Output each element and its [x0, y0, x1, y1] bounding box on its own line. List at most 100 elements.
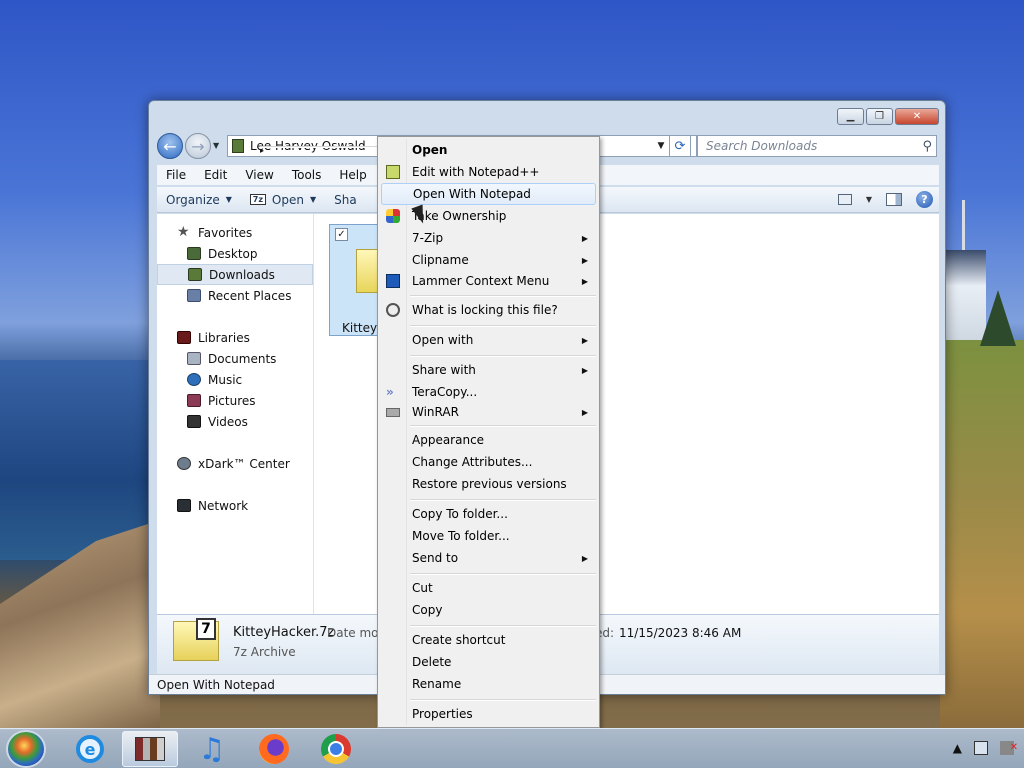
magnifier-icon — [386, 303, 400, 317]
menu-item-clipname[interactable]: Clipname ▶ — [381, 249, 596, 271]
menu-edit[interactable]: Edit — [195, 168, 236, 182]
wallpaper-lighthouse — [946, 250, 986, 340]
submenu-arrow-icon: ▶ — [581, 335, 588, 345]
sidebar-item-recent-places[interactable]: Recent Places — [157, 285, 313, 306]
menu-item-change-attributes[interactable]: Change Attributes... — [381, 451, 596, 473]
sidebar-item-music[interactable]: Music — [157, 369, 313, 390]
close-button[interactable]: ✕ — [895, 108, 939, 125]
sidebar-item-xdark-center[interactable]: xDark™ Center — [157, 453, 313, 474]
system-tray: ▲ — [953, 741, 1018, 755]
sidebar-item-pictures[interactable]: Pictures — [157, 390, 313, 411]
menu-item-winrar[interactable]: WinRAR ▶ — [381, 401, 596, 423]
search-icon[interactable]: ⚲ — [922, 139, 932, 154]
details-modified-value: 11/15/2023 8:46 AM — [619, 626, 742, 640]
forward-button[interactable]: → — [185, 133, 211, 159]
share-button[interactable]: Sha — [325, 193, 366, 207]
address-dropdown-arrow[interactable]: ▼ — [651, 135, 671, 157]
sidebar-label: Favorites — [198, 225, 253, 240]
menu-item-cut[interactable]: Cut — [381, 577, 596, 599]
menu-item-send-to[interactable]: Send to ▶ — [381, 547, 596, 569]
search-input[interactable]: Search Downloads ⚲ — [697, 135, 937, 157]
menu-item-label: Lammer Context Menu — [412, 274, 550, 288]
menu-item-restore-previous[interactable]: Restore previous versions — [381, 473, 596, 495]
menu-item-copy-to-folder[interactable]: Copy To folder... — [381, 503, 596, 525]
menu-separator — [410, 325, 596, 327]
wallpaper-grass — [940, 340, 1024, 730]
taskbar-explorer[interactable] — [122, 731, 178, 767]
network-tray-icon[interactable] — [974, 741, 988, 755]
menu-separator — [410, 355, 596, 357]
volume-muted-icon[interactable] — [1000, 741, 1018, 755]
winrar-icon — [386, 408, 400, 417]
menu-item-copy[interactable]: Copy — [381, 599, 596, 621]
sidebar-item-libraries[interactable]: Libraries — [157, 327, 313, 348]
menu-item-open-with[interactable]: Open with ▶ — [381, 329, 596, 351]
preview-pane-icon[interactable] — [886, 193, 902, 206]
menu-item-label: Create shortcut — [412, 633, 506, 647]
sidebar-item-desktop[interactable]: Desktop — [157, 243, 313, 264]
menu-item-share-with[interactable]: Share with ▶ — [381, 359, 596, 381]
menu-item-label: Open with — [412, 333, 474, 347]
menu-item-open[interactable]: Open — [381, 139, 596, 161]
refresh-button[interactable]: ⟳ — [669, 135, 691, 157]
menu-item-delete[interactable]: Delete — [381, 651, 596, 673]
taskbar-internet-explorer[interactable]: e — [62, 731, 118, 767]
menu-item-appearance[interactable]: Appearance — [381, 429, 596, 451]
menu-item-label: TeraCopy... — [412, 385, 478, 399]
open-button[interactable]: 7z Open ▼ — [241, 193, 325, 207]
menu-item-teracopy[interactable]: » TeraCopy... — [381, 381, 596, 403]
organize-button[interactable]: Organize ▼ — [157, 193, 241, 207]
sidebar-item-downloads[interactable]: Downloads — [157, 264, 313, 285]
change-view-icon[interactable] — [837, 194, 852, 205]
menu-item-label: Move To folder... — [412, 529, 510, 543]
menu-item-what-is-locking[interactable]: What is locking this file? — [381, 299, 596, 321]
file-checkbox[interactable]: ✓ — [335, 228, 348, 241]
menu-view[interactable]: View — [236, 168, 282, 182]
menu-item-edit-notepadpp[interactable]: Edit with Notepad++ — [381, 161, 596, 183]
back-button[interactable]: ← — [157, 133, 183, 159]
menu-item-7zip[interactable]: 7-Zip ▶ — [381, 227, 596, 249]
taskbar-chrome[interactable] — [308, 731, 364, 767]
menu-separator — [410, 573, 596, 575]
menu-tools[interactable]: Tools — [283, 168, 331, 182]
taskbar-music-player[interactable]: ♫ — [184, 731, 240, 767]
sidebar-item-videos[interactable]: Videos — [157, 411, 313, 432]
start-button[interactable] — [6, 730, 46, 768]
menu-item-label: Open — [412, 143, 448, 157]
sidebar-item-documents[interactable]: Documents — [157, 348, 313, 369]
menu-item-open-with-notepad[interactable]: Open With Notepad — [381, 183, 596, 205]
maximize-button[interactable]: ❐ — [866, 108, 893, 125]
menu-item-label: Copy — [412, 603, 443, 617]
shield-icon — [386, 209, 400, 223]
sidebar-item-network[interactable]: Network — [157, 495, 313, 516]
status-text: Open With Notepad — [157, 677, 275, 692]
help-icon[interactable]: ? — [916, 191, 933, 208]
lammer-icon — [386, 274, 400, 288]
desktop-icon — [187, 247, 201, 260]
recent-pages-dropdown[interactable]: ▼ — [213, 141, 219, 150]
documents-icon — [187, 352, 201, 365]
navigation-pane: ★ Favorites Desktop Downloads Recent Pla… — [157, 214, 314, 614]
downloads-icon — [188, 268, 202, 281]
menu-item-label: 7-Zip — [412, 231, 444, 245]
show-hidden-icons-button[interactable]: ▲ — [953, 741, 962, 755]
menu-file[interactable]: File — [157, 168, 195, 182]
menu-item-move-to-folder[interactable]: Move To folder... — [381, 525, 596, 547]
minimize-button[interactable]: ▁ — [837, 108, 864, 125]
menu-item-lammer[interactable]: Lammer Context Menu ▶ — [381, 270, 596, 292]
menu-help[interactable]: Help — [330, 168, 375, 182]
menu-item-properties[interactable]: Properties — [381, 703, 596, 725]
taskbar-firefox[interactable] — [246, 731, 302, 767]
sidebar-item-favorites[interactable]: ★ Favorites — [157, 222, 313, 243]
videos-icon — [187, 415, 201, 428]
view-options-dropdown[interactable]: ▼ — [866, 195, 872, 204]
7zip-icon: 7z — [249, 194, 266, 205]
menu-item-create-shortcut[interactable]: Create shortcut — [381, 629, 596, 651]
chevron-down-icon: ▼ — [309, 195, 317, 204]
menu-item-label: Edit with Notepad++ — [412, 165, 540, 179]
music-player-icon: ♫ — [198, 731, 226, 767]
chrome-icon — [321, 734, 351, 764]
menu-item-label: Delete — [412, 655, 452, 669]
menu-item-rename[interactable]: Rename — [381, 673, 596, 695]
sidebar-label: Network — [198, 498, 249, 513]
